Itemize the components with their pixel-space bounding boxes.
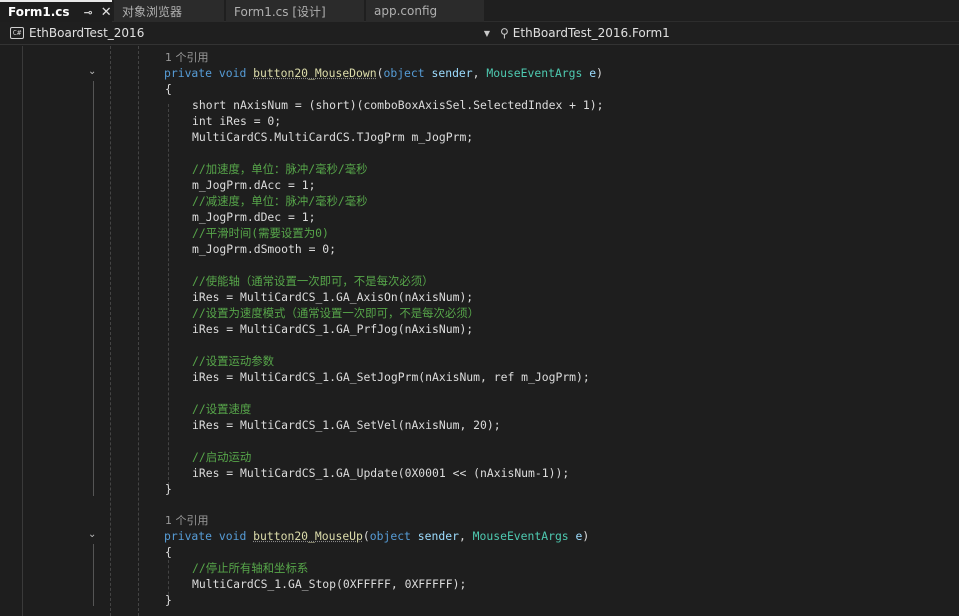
- chevron-down-icon[interactable]: ▼: [484, 29, 490, 38]
- parameter: e: [589, 66, 597, 80]
- tab-object-browser[interactable]: 对象浏览器: [114, 0, 224, 22]
- fold-range: [93, 81, 94, 496]
- code-comment: //设置速度: [192, 402, 252, 416]
- code-line: {: [165, 545, 172, 559]
- type-name: MouseEventArgs: [486, 66, 583, 80]
- code-comment: //使能轴（通常设置一次即可，不是每次必须）: [192, 274, 434, 288]
- document-tab-strip: Form1.cs ⊸ ✕ 对象浏览器 Form1.cs [设计] app.con…: [0, 0, 959, 22]
- code-line: iRes = MultiCardCS_1.GA_Update(0X0001 <<…: [192, 466, 570, 480]
- project-name: EthBoardTest_2016: [29, 26, 145, 40]
- csharp-project-icon: C#: [10, 27, 24, 39]
- code-comment: //设置为速度模式（通常设置一次即可，不是每次必须）: [192, 306, 480, 320]
- method-name: button20_MouseDown: [253, 66, 377, 80]
- code-line: private void button20_MouseDown(object s…: [164, 66, 603, 80]
- chevron-down-icon[interactable]: ⌄: [88, 529, 96, 540]
- pin-icon[interactable]: ⊸: [84, 6, 93, 19]
- code-line: {: [165, 82, 172, 96]
- code-line: MultiCardCS_1.GA_Stop(0XFFFFF, 0XFFFFF);: [192, 577, 467, 591]
- code-comment: //设置运动参数: [192, 354, 275, 368]
- class-dropdown[interactable]: ⚲ EthBoardTest_2016.Form1: [500, 24, 955, 43]
- keyword: object: [383, 66, 425, 80]
- code-comment: //平滑时间(需要设置为0): [192, 226, 329, 240]
- navigation-bar: C# EthBoardTest_2016 ▼ ⚲ EthBoardTest_20…: [0, 22, 959, 45]
- code-comment: //停止所有轴和坐标系: [192, 561, 309, 575]
- code-line: }: [165, 482, 172, 496]
- close-icon[interactable]: ✕: [101, 5, 112, 20]
- code-line: iRes = MultiCardCS_1.GA_AxisOn(nAxisNum)…: [192, 290, 474, 304]
- keyword: void: [218, 66, 247, 80]
- code-line: 1 个引用: [165, 49, 209, 65]
- code-line: }: [165, 593, 172, 607]
- indent-guide: [138, 46, 139, 616]
- parameter: sender: [431, 66, 473, 80]
- editor-margin: [22, 46, 23, 616]
- reference-count[interactable]: 1 个引用: [165, 51, 209, 64]
- keyword: object: [369, 529, 411, 543]
- class-name: EthBoardTest_2016.Form1: [512, 26, 670, 40]
- tab-label: Form1.cs: [8, 5, 70, 19]
- code-line: iRes = MultiCardCS_1.GA_SetJogPrm(nAxisN…: [192, 370, 590, 384]
- class-icon: ⚲: [500, 26, 509, 40]
- code-editor[interactable]: ⌄ ⌄ 1 个引用 private void button20_MouseDow…: [0, 46, 959, 616]
- reference-count[interactable]: 1 个引用: [165, 514, 209, 527]
- tab-form1-designer[interactable]: Form1.cs [设计]: [226, 0, 364, 22]
- keyword: void: [218, 529, 247, 543]
- parameter: sender: [417, 529, 459, 543]
- tab-label: app.config: [374, 4, 438, 18]
- code-line: iRes = MultiCardCS_1.GA_SetVel(nAxisNum,…: [192, 418, 501, 432]
- project-dropdown[interactable]: C# EthBoardTest_2016 ▼: [10, 24, 494, 43]
- parameter: e: [575, 529, 583, 543]
- code-comment: //启动运动: [192, 450, 252, 464]
- tab-label: Form1.cs [设计]: [234, 4, 326, 19]
- tab-app-config[interactable]: app.config: [366, 0, 484, 22]
- tab-label: 对象浏览器: [122, 4, 183, 19]
- indent-guide: [168, 104, 169, 490]
- keyword: private: [164, 66, 213, 80]
- code-line: m_JogPrm.dDec = 1;: [192, 210, 316, 224]
- fold-range: [93, 544, 94, 606]
- type-name: MouseEventArgs: [472, 529, 569, 543]
- keyword: private: [164, 529, 213, 543]
- code-line: m_JogPrm.dSmooth = 0;: [192, 242, 337, 256]
- code-line: iRes = MultiCardCS_1.GA_PrfJog(nAxisNum)…: [192, 322, 474, 336]
- code-line: short nAxisNum = (short)(comboBoxAxisSel…: [192, 98, 604, 112]
- method-name: button20_MouseUp: [253, 529, 363, 543]
- code-line: MultiCardCS.MultiCardCS.TJogPrm m_JogPrm…: [192, 130, 474, 144]
- code-line: 1 个引用: [165, 512, 209, 528]
- code-line: m_JogPrm.dAcc = 1;: [192, 178, 316, 192]
- code-comment: //减速度，单位：脉冲/毫秒/毫秒: [192, 194, 368, 208]
- code-comment: //加速度，单位：脉冲/毫秒/毫秒: [192, 162, 368, 176]
- code-line: int iRes = 0;: [192, 114, 282, 128]
- chevron-down-icon[interactable]: ⌄: [88, 66, 96, 77]
- code-line: private void button20_MouseUp(object sen…: [164, 529, 590, 543]
- tab-form1-cs[interactable]: Form1.cs ⊸ ✕: [0, 0, 112, 22]
- indent-guide: [110, 46, 111, 616]
